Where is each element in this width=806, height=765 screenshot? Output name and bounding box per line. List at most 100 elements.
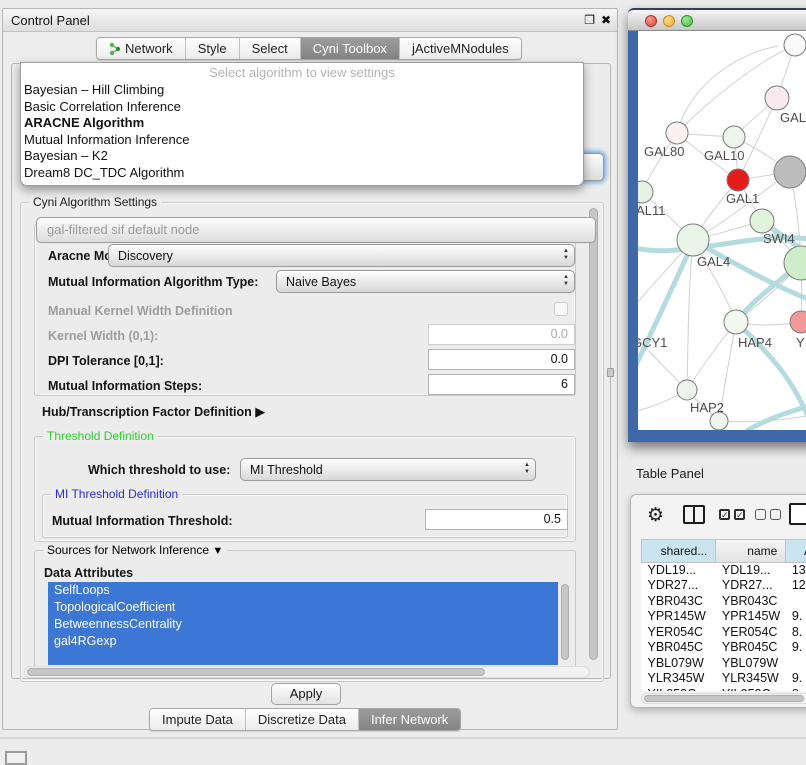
table-row[interactable]: YDL19...YDL19...13 [642, 562, 806, 578]
network-selection-combobox[interactable]: gal-filtered sif default node [36, 217, 596, 243]
table-cell: YIL052C [642, 686, 716, 691]
attribute-item[interactable]: SelfLoops [48, 582, 558, 599]
data-attributes-list[interactable]: SelfLoopsTopologicalCoefficientBetweenne… [48, 582, 558, 665]
node-table[interactable]: shared...nameA YDL19...YDL19...13YDR27..… [641, 539, 806, 691]
list-vertical-scrollbar[interactable] [561, 584, 569, 660]
panel-splitter-handle[interactable] [607, 368, 614, 377]
network-node-gal10[interactable] [723, 126, 745, 148]
tab-cyni-toolbox[interactable]: Cyni Toolbox [301, 38, 400, 59]
column-header-name[interactable]: name [716, 540, 786, 562]
algorithm-option[interactable]: Mutual Information Inference [21, 132, 583, 149]
apply-button[interactable]: Apply [271, 683, 341, 705]
aracne-mode-value: Discovery [118, 249, 173, 263]
network-node-gal[interactable] [765, 86, 789, 110]
network-window-titlebar[interactable] [628, 8, 806, 31]
settings-group-title: Cyni Algorithm Settings [29, 195, 161, 209]
network-node-y[interactable] [790, 311, 806, 333]
tab-network[interactable]: Network [97, 38, 186, 59]
gear-icon[interactable]: ⚙ [647, 504, 664, 527]
network-node-gal80[interactable] [666, 122, 688, 144]
which-threshold-label: Which threshold to use: [88, 463, 230, 477]
network-node-gal4[interactable] [677, 224, 709, 256]
sources-group-title[interactable]: Sources for Network Inference ▼ [43, 543, 227, 557]
network-node-hap2[interactable] [677, 380, 697, 400]
settings-vertical-scrollbar[interactable] [589, 208, 598, 660]
unchecked-box-icon[interactable] [770, 509, 781, 520]
mi-steps-field[interactable]: 6 [428, 374, 575, 395]
table-row[interactable]: YPR145WYPR145W9. [642, 609, 806, 625]
float-window-icon[interactable]: ❐ [584, 13, 595, 27]
tab-select[interactable]: Select [240, 38, 301, 59]
stepper-arrows-icon: ▲▼ [524, 462, 530, 476]
tab-infer-network[interactable]: Infer Network [359, 709, 460, 730]
tab-jactivemnodules[interactable]: jActiveMNodules [400, 38, 521, 59]
network-canvas[interactable]: GALGAL80GAL10GAL1GAL11SWI4GAL4GCY1HAP4YH… [638, 31, 806, 430]
checked-box-icon[interactable]: ✓ [734, 509, 745, 520]
split-columns-icon[interactable] [683, 505, 705, 524]
aracne-mode-combobox[interactable]: Discovery ▲▼ [108, 244, 575, 267]
which-threshold-value: MI Threshold [250, 463, 323, 477]
dpi-tolerance-field[interactable]: 0.0 [428, 349, 575, 370]
cyni-toolbox-panel: gal-filtered sif default node Cyni Algor… [11, 63, 611, 679]
table-row[interactable]: YBR045CYBR045C9. [642, 640, 806, 656]
manual-kernel-checkbox[interactable] [554, 302, 568, 316]
network-node-swi4[interactable] [750, 209, 774, 233]
table-horizontal-scrollbar[interactable] [644, 695, 804, 702]
checked-box-icon[interactable]: ✓ [719, 509, 730, 520]
attribute-item[interactable]: BetweennessCentrality [48, 616, 558, 633]
control-panel-title: Control Panel [11, 13, 90, 28]
tab-discretize-data[interactable]: Discretize Data [246, 709, 359, 730]
tab-label: Cyni Toolbox [313, 41, 387, 56]
column-header-shared[interactable]: shared... [642, 540, 716, 562]
attribute-item[interactable]: TopologicalCoefficient [48, 599, 558, 616]
network-node[interactable] [784, 34, 806, 56]
table-cell: YPR145W [716, 609, 786, 625]
which-threshold-combobox[interactable]: MI Threshold ▲▼ [240, 458, 536, 481]
algorithm-option[interactable]: Basic Correlation Inference [21, 99, 583, 116]
page-icon[interactable] [789, 503, 806, 525]
minimize-traffic-icon[interactable] [663, 15, 675, 27]
algorithm-option[interactable]: Bayesian – Hill Climbing [21, 82, 583, 99]
tab-label: Select [252, 41, 288, 56]
mi-algorithm-type-combobox[interactable]: Naive Bayes ▲▼ [276, 270, 575, 293]
tab-style[interactable]: Style [186, 38, 240, 59]
table-cell: YLR345W [716, 671, 786, 687]
table-row[interactable]: YBL079WYBL079W [642, 655, 806, 671]
hub-definition-toggle[interactable]: Hub/Transcription Factor Definition ▶ [42, 404, 265, 420]
network-node[interactable] [774, 156, 806, 188]
close-traffic-icon[interactable] [645, 15, 657, 27]
table-row[interactable]: YIL052CYIL052C8 [642, 686, 806, 691]
node-label: Y [796, 335, 805, 350]
table-row[interactable]: YDR27...YDR27...12 [642, 578, 806, 594]
table-row[interactable]: YBR043CYBR043C [642, 593, 806, 609]
zoom-traffic-icon[interactable] [681, 15, 693, 27]
stepper-arrows-icon: ▲▼ [563, 248, 569, 262]
algorithm-option[interactable]: Bayesian – K2 [21, 148, 583, 165]
network-node-hap4[interactable] [724, 310, 748, 334]
tool-palette-icon[interactable] [5, 751, 27, 765]
kernel-width-field[interactable]: 0.0 [428, 324, 575, 345]
settings-horizontal-scrollbar[interactable] [27, 668, 485, 676]
column-header-A[interactable]: A [786, 540, 806, 562]
tab-label: jActiveMNodules [412, 41, 509, 56]
algorithm-option[interactable]: Dream8 DC_TDC Algorithm [21, 165, 583, 182]
table-cell: 8. [786, 624, 806, 640]
network-graph: GALGAL80GAL10GAL1GAL11SWI4GAL4GCY1HAP4YH… [638, 31, 806, 430]
algorithm-option[interactable]: ARACNE Algorithm [21, 115, 583, 132]
table-cell: YDR27... [716, 578, 786, 594]
close-window-icon[interactable]: ✖ [601, 13, 611, 27]
mi-type-label: Mutual Information Algorithm Type: [48, 275, 258, 289]
expanded-arrow-icon: ▼ [212, 545, 223, 557]
network-view-window: GALGAL80GAL10GAL1GAL11SWI4GAL4GCY1HAP4YH… [628, 8, 806, 442]
node-label: SWI4 [763, 231, 795, 246]
unchecked-box-icon[interactable] [755, 509, 766, 520]
tab-impute-data[interactable]: Impute Data [150, 709, 246, 730]
node-label: GAL11 [638, 203, 666, 218]
table-row[interactable]: YER054CYER054C8. [642, 624, 806, 640]
table-cell: 9. [786, 671, 806, 687]
table-row[interactable]: YLR345WYLR345W9. [642, 671, 806, 687]
table-cell: YBR045C [642, 640, 716, 656]
network-node-gal1[interactable] [727, 169, 749, 191]
attribute-item[interactable]: gal4RGexp [48, 633, 558, 650]
mi-threshold-field[interactable]: 0.5 [425, 509, 568, 530]
